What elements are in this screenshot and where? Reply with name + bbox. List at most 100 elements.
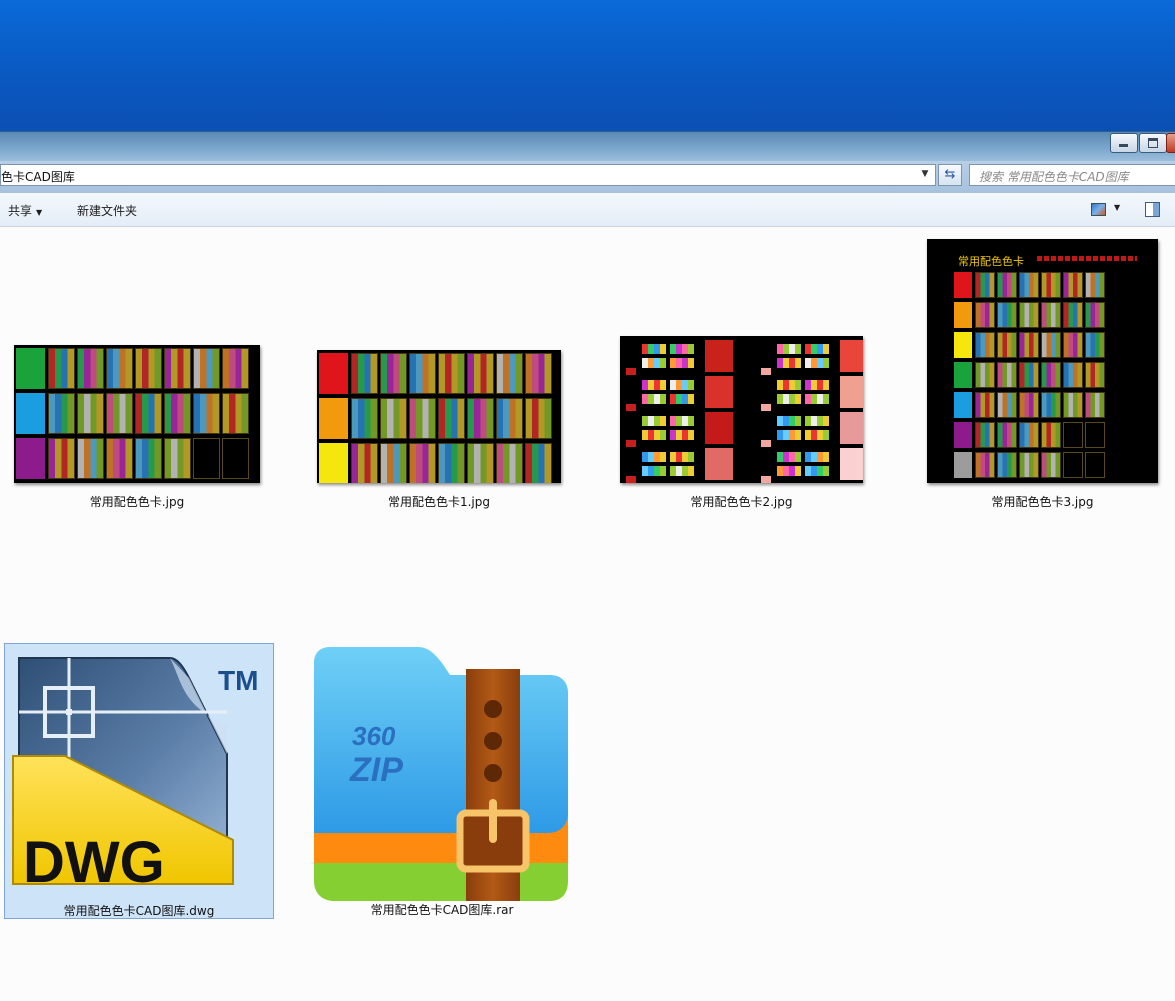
swatch-marker [761,476,771,483]
color-cell [1019,362,1039,388]
palette-row [642,344,666,354]
palette-row [642,466,666,476]
color-cell [380,443,407,483]
explorer-window: 色卡CAD图库 ▼ ⇆ 搜索 常用配色色卡CAD图库 共享 ▼ 新建文件夹 ▼ 常… [0,131,1175,1001]
swatch-marker [761,404,771,411]
maximize-button[interactable] [1139,133,1167,153]
swatch-block [954,332,972,358]
color-cell [438,353,465,394]
color-cell [525,353,552,394]
file-item[interactable]: 常用配色色卡 常用配色色卡3.jpg [900,227,1175,517]
palette-row [777,416,801,426]
share-label: 共享 [8,204,33,218]
color-cell [222,393,249,434]
chevron-down-icon[interactable]: ▼ [919,169,931,181]
color-cell [975,452,995,478]
refresh-button[interactable]: ⇆ [938,164,962,186]
color-cell [164,348,191,389]
address-bar[interactable]: 色卡CAD图库 ▼ [0,164,936,186]
swatch-block [16,438,45,479]
share-button[interactable]: 共享 ▼ [8,202,42,219]
color-cell [1041,302,1061,328]
color-cell [997,302,1017,328]
address-path[interactable]: 色卡CAD图库 [1,168,75,185]
file-item[interactable]: 360 ZIP 常用配色色卡CAD图库.rar [300,643,600,919]
color-cell [1041,332,1061,358]
swatch-block [954,272,972,298]
file-item[interactable]: 常用配色色卡1.jpg [300,227,600,517]
color-cell [997,362,1017,388]
swatch-block [319,398,348,439]
image-thumbnail [317,350,561,483]
color-cell [1041,422,1061,448]
color-cell [1041,362,1061,388]
color-cell [997,272,1017,298]
search-box[interactable]: 搜索 常用配色色卡CAD图库 [969,164,1175,186]
color-cell [1085,422,1105,448]
color-cell [164,438,191,479]
file-list[interactable]: 常用配色色卡.jpg 常用配色色卡1.jpg 常用配色色卡2.jpg 常用配色色… [0,227,1175,1001]
color-cell [106,348,133,389]
palette-row [670,452,694,462]
palette-row [805,466,829,476]
color-cell [1085,272,1105,298]
swatch-block [840,412,863,444]
color-cell [1063,362,1083,388]
color-cell [997,392,1017,418]
palette-row [670,394,694,404]
color-cell [1085,392,1105,418]
file-name: 常用配色色卡3.jpg [991,495,1094,509]
minimize-button[interactable] [1110,133,1138,153]
close-button[interactable] [1166,133,1175,153]
color-cell [409,398,436,439]
color-cell [438,398,465,439]
palette-row [805,430,829,440]
dwg-label: DWG [23,830,165,895]
thumbnail-title: 常用配色色卡 [958,255,1024,268]
file-item[interactable]: 常用配色色卡.jpg [0,227,300,517]
swatch-block [16,393,45,434]
zip-brand-line2: ZIP [349,751,403,789]
palette-row [777,380,801,390]
palette-row [805,416,829,426]
color-cell [975,302,995,328]
chevron-down-icon[interactable]: ▼ [1114,203,1120,212]
color-cell [409,353,436,394]
color-cell [1085,452,1105,478]
change-view-icon[interactable] [1091,203,1106,216]
swatch-block [319,443,348,483]
palette-row [642,430,666,440]
palette-row [670,344,694,354]
color-cell [48,438,75,479]
file-item[interactable]: 常用配色色卡2.jpg [600,227,900,517]
swatch-marker [626,476,636,483]
file-item-selected[interactable]: DWG TM 常用配色色卡CAD图库.dwg [4,643,274,919]
color-cell [409,443,436,483]
swatch-marker [626,368,636,375]
color-cell [496,353,523,394]
title-bar[interactable] [0,131,1175,162]
color-cell [77,438,104,479]
color-cell [496,398,523,439]
color-cell [106,438,133,479]
palette-row [805,344,829,354]
color-cell [380,353,407,394]
color-cell [1041,272,1061,298]
preview-pane-icon[interactable] [1145,202,1160,217]
palette-row [777,452,801,462]
swatch-block [954,452,972,478]
color-cell [1019,422,1039,448]
palette-row [805,452,829,462]
new-folder-button[interactable]: 新建文件夹 [77,202,137,219]
swatch-marker [626,404,636,411]
search-placeholder[interactable]: 搜索 常用配色色卡CAD图库 [979,168,1129,185]
palette-row [642,416,666,426]
color-cell [193,348,220,389]
palette-row [805,394,829,404]
color-cell [1041,452,1061,478]
zip-archive-icon: 360 ZIP [314,647,568,901]
swatch-block [705,376,733,408]
color-cell [975,362,995,388]
color-cell [164,393,191,434]
image-thumbnail [14,345,260,483]
